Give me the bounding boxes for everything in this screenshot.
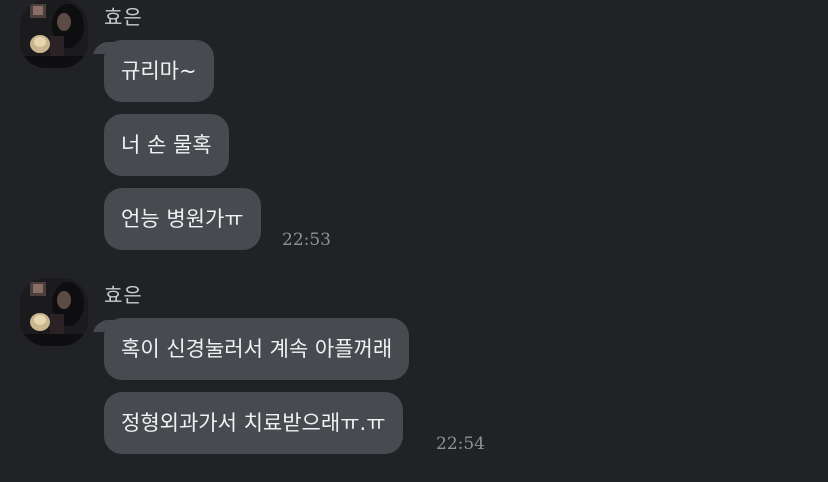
sender-avatar[interactable] xyxy=(20,0,88,68)
chat-message-list[interactable]: 효은 규리마~ 너 손 물혹 언능 병원가ㅠ 22:53 효은 혹이 신경눌러서… xyxy=(0,0,828,482)
message-bubble[interactable]: 혹이 신경눌러서 계속 아플꺼래 xyxy=(104,318,410,380)
profile-photo-icon xyxy=(20,278,88,346)
profile-photo-icon xyxy=(20,0,88,68)
message-bubble[interactable]: 규리마~ xyxy=(104,40,214,102)
sender-name: 효은 xyxy=(104,283,143,307)
sender-avatar[interactable] xyxy=(20,278,88,346)
message-timestamp: 22:54 xyxy=(436,434,485,454)
message-bubble[interactable]: 언능 병원가ㅠ xyxy=(104,188,261,250)
sender-name: 효은 xyxy=(104,5,143,29)
message-timestamp: 22:53 xyxy=(282,230,331,250)
message-bubble[interactable]: 너 손 물혹 xyxy=(104,114,229,176)
message-bubble[interactable]: 정형외과가서 치료받으래ㅠ.ㅠ xyxy=(104,392,403,454)
